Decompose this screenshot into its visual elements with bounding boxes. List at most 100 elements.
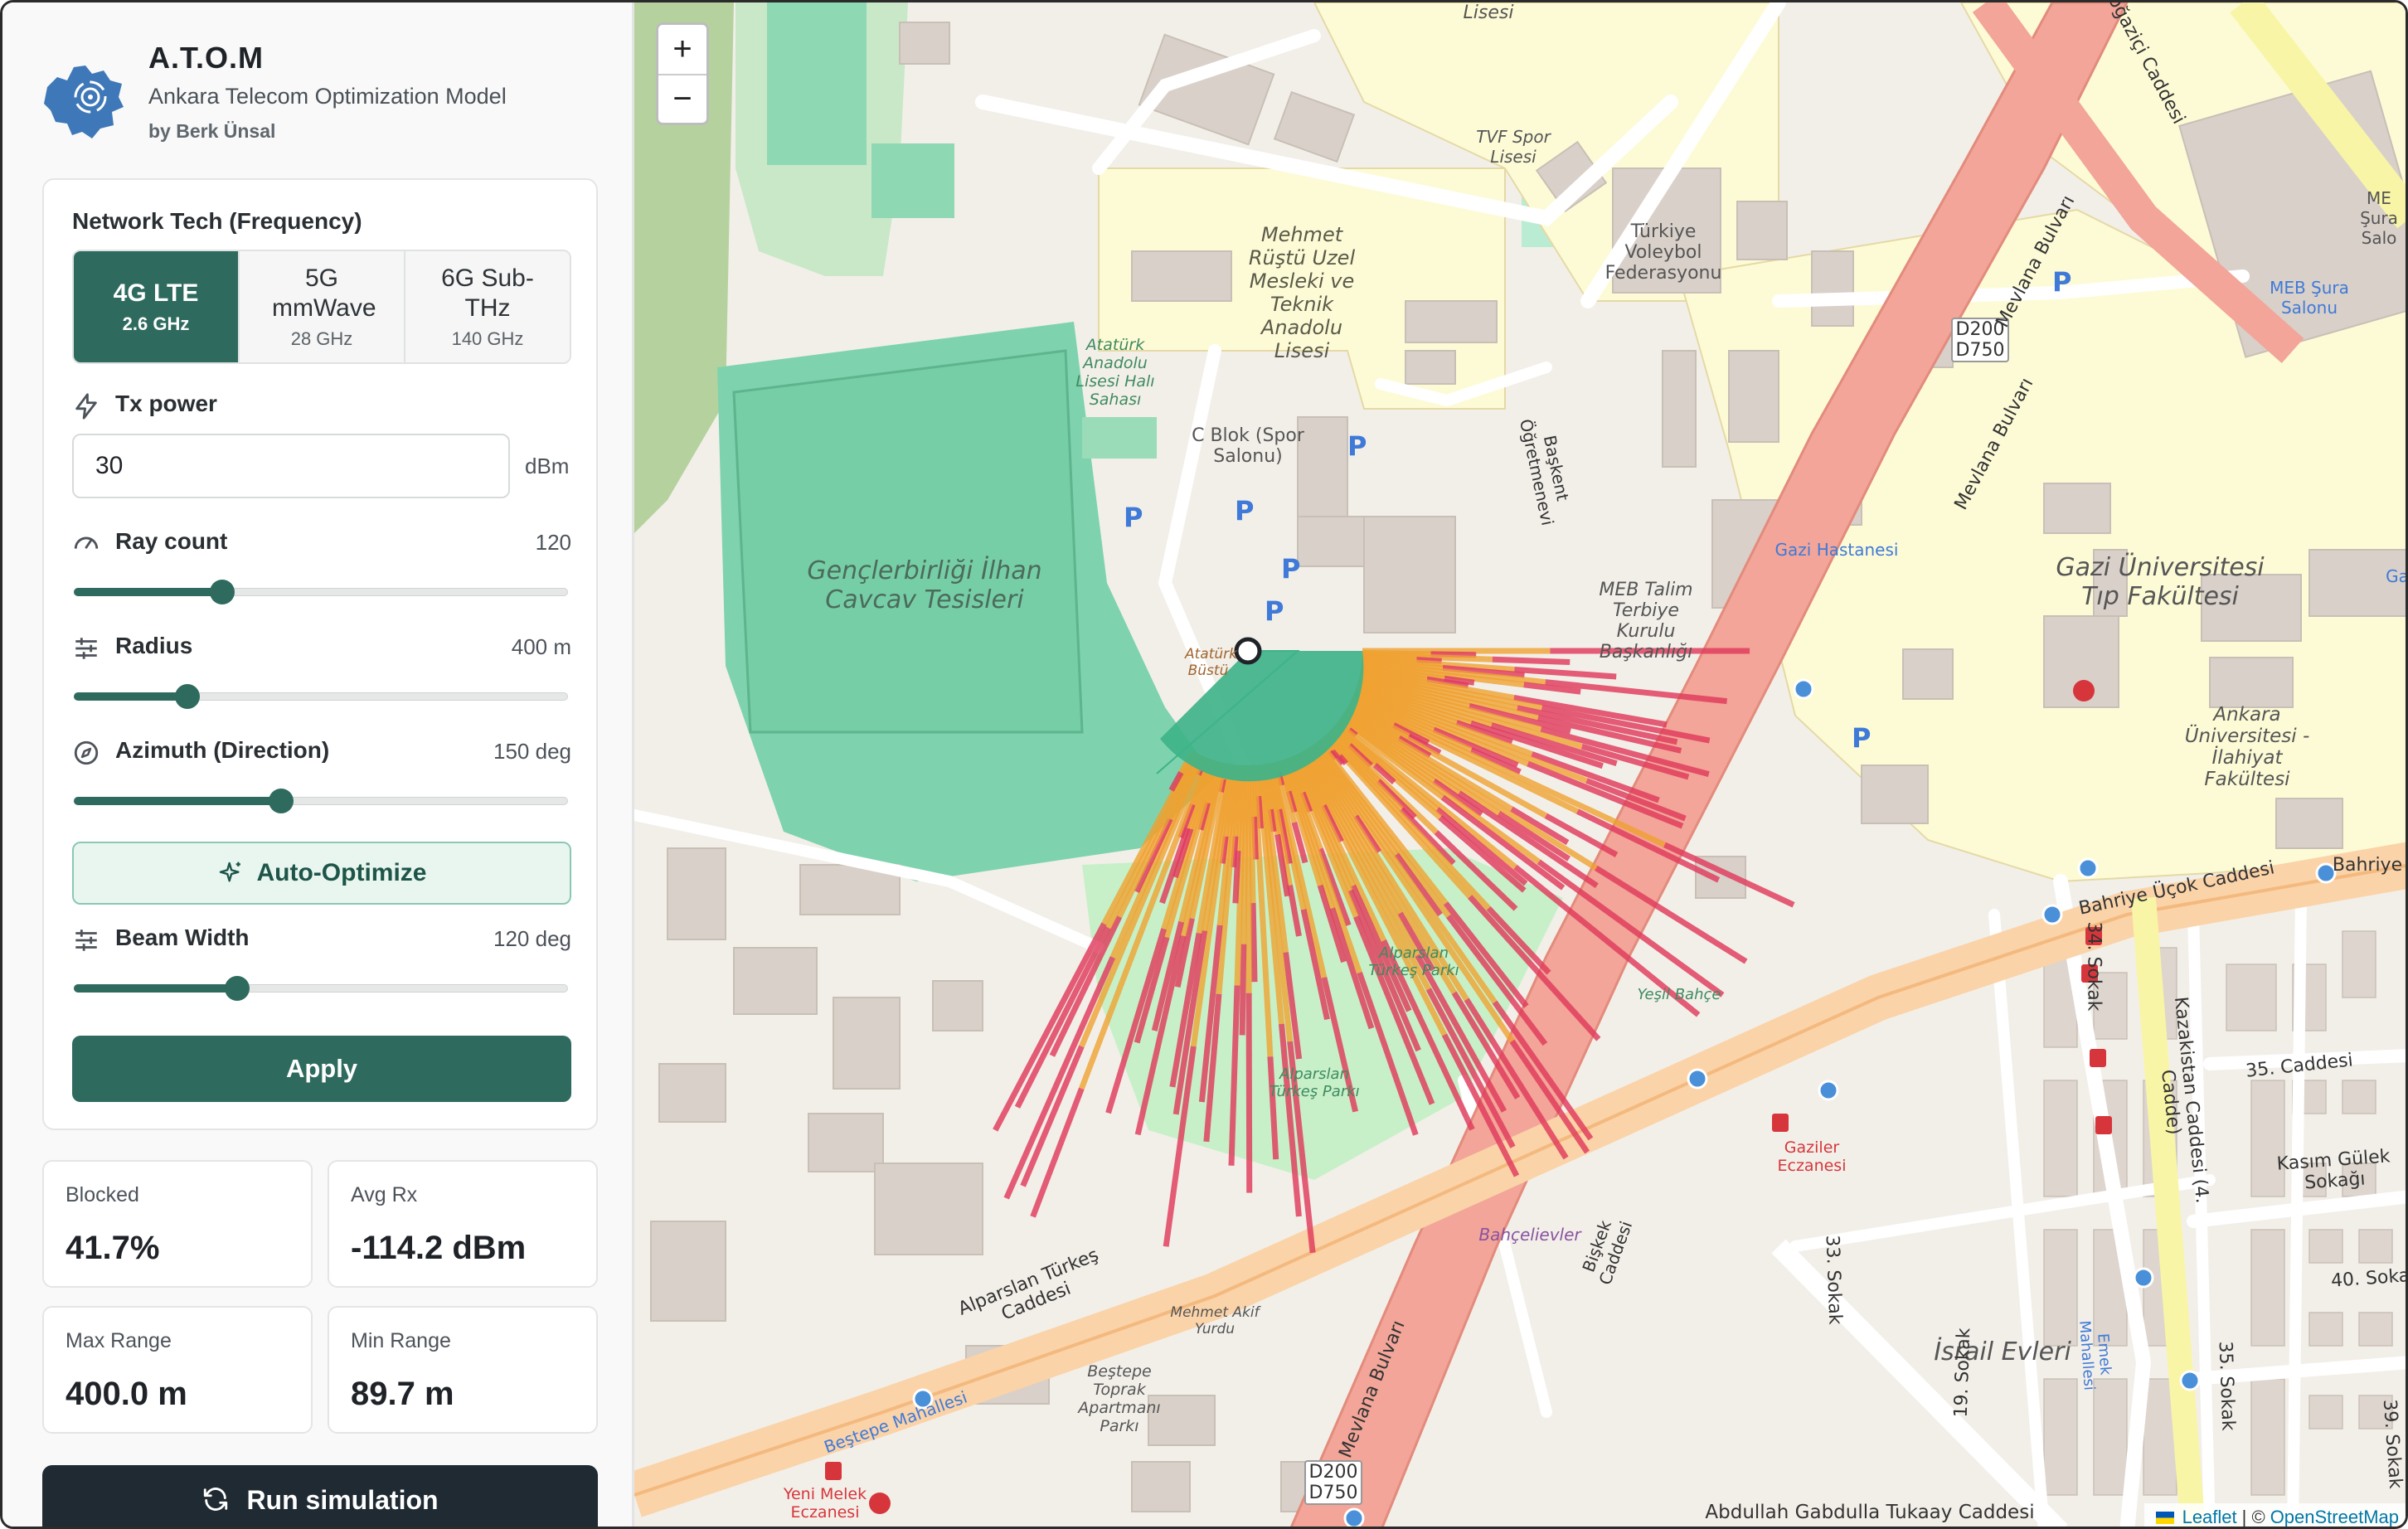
run-simulation-label: Run simulation (246, 1485, 439, 1515)
pitch (871, 143, 954, 218)
coverage-ray-segment (1245, 993, 1253, 1193)
football-pitch (732, 349, 1084, 734)
slider-fill (74, 797, 282, 805)
svg-text:P: P (2052, 266, 2071, 298)
svg-text:P: P (1124, 502, 1143, 533)
app-author: by Berk Ünsal (148, 120, 276, 142)
map-view[interactable]: P P P P P P P Gençlerbirliği İlhan Cavca… (634, 2, 2408, 1529)
auto-optimize-label: Auto-Optimize (256, 859, 427, 886)
tech-option-6g-sub-thz[interactable]: 6G Sub-THz 140 GHz (404, 251, 570, 362)
map-label-34-sokak: 34. Sokak (2083, 921, 2105, 1012)
ray-count-slider[interactable] (74, 575, 568, 608)
stat-value: 89.7 m (351, 1376, 454, 1412)
map-label-israil: İsrail Evleri (1934, 1337, 2071, 1366)
beam-width-row: Beam Width 120 deg (72, 923, 571, 956)
beam-width-slider[interactable] (74, 971, 568, 1004)
svg-text:P: P (1852, 722, 1871, 754)
map-label-yeni-melek: Yeni Melek Eczanesi (783, 1485, 867, 1522)
slider-thumb[interactable] (269, 789, 294, 813)
zoom-control: + − (656, 22, 709, 125)
azimuth-slider[interactable] (74, 784, 568, 817)
map-label-meb-sura: MEB Şura Salonu (2270, 278, 2349, 318)
sliders-icon (75, 638, 97, 659)
refresh-icon (204, 1488, 228, 1511)
brand-header: A.T.O.M Ankara Telecom Optimization Mode… (42, 36, 606, 152)
network-tech-selector: 4G LTE 2.6 GHz 5G mmWave 28 GHz 6G Sub-T… (72, 250, 571, 364)
slider-thumb[interactable] (175, 684, 201, 709)
radius-row: Radius 400 m (72, 631, 571, 664)
map-label-19-sokak: 19. Sokak (1950, 1328, 1975, 1418)
svg-text:P: P (1235, 495, 1254, 527)
base-map[interactable]: P P P P P P P (634, 2, 2408, 1529)
map-label-33-sokak: 33. Sokak (1821, 1235, 1846, 1325)
transmitter-marker-icon[interactable] (1234, 637, 1262, 665)
slider-fill (74, 984, 237, 993)
slider-fill (74, 588, 222, 596)
ray-count-row: Ray count 120 (72, 527, 571, 560)
map-label-gaziler: Gaziler Eczanesi (1777, 1138, 1847, 1175)
tx-power-input[interactable] (72, 434, 510, 498)
coverage-ray-segment (1239, 944, 1247, 1036)
tech-option-4g-lte[interactable]: 4G LTE 2.6 GHz (74, 251, 238, 362)
beam-width-value: 120 deg (493, 926, 571, 951)
azimuth-row: Azimuth (Direction) 150 deg (72, 735, 571, 769)
zoom-in-button[interactable]: + (658, 25, 706, 74)
stat-blocked: Blocked 41.7% (42, 1160, 313, 1288)
tx-power-row: Tx power (72, 389, 571, 422)
map-label-voleybol: Türkiye Voleybol Federasyonu (1605, 221, 1722, 284)
slider-thumb[interactable] (224, 976, 250, 1001)
svg-text:P: P (1265, 595, 1284, 627)
apply-button[interactable]: Apply (72, 1036, 571, 1102)
radius-slider[interactable] (74, 679, 568, 712)
coverage-ray-segment (1250, 902, 1258, 983)
pitch (767, 2, 867, 165)
openstreetmap-link[interactable]: OpenStreetMap (2270, 1507, 2399, 1527)
azimuth-value: 150 deg (493, 739, 571, 764)
map-label-gazi-tip: Gazi Üniversitesi Tıp Fakültesi (2056, 553, 2265, 611)
run-simulation-button[interactable]: Run simulation (42, 1465, 598, 1527)
map-label-bahriye-2: Bahriye (2332, 855, 2403, 876)
field (1082, 417, 1157, 459)
auto-optimize-button[interactable]: Auto-Optimize (72, 842, 571, 905)
coverage-ray-segment (1514, 666, 1617, 680)
stat-label: Min Range (351, 1329, 451, 1352)
map-label-yesil-bahce: Yeşil Bahçe (1637, 986, 1721, 1003)
sparkles-icon (219, 862, 240, 882)
map-label-c-blok: C Blok (Spor Salonu) (1192, 425, 1304, 467)
slider-fill (74, 692, 188, 701)
leaflet-link[interactable]: Leaflet (2182, 1507, 2237, 1527)
stat-label: Max Range (66, 1329, 172, 1352)
app-subtitle: Ankara Telecom Optimization Model (148, 84, 507, 109)
tx-power-label: Tx power (115, 391, 217, 416)
ukraine-flag-icon (2155, 1511, 2174, 1524)
tech-option-5g-mmwave[interactable]: 5G mmWave 28 GHz (238, 251, 404, 362)
stat-value: -114.2 dBm (351, 1230, 527, 1266)
map-attribution: Leaflet | © OpenStreetMap (2143, 1503, 2406, 1527)
map-label-stadium: Gençlerbirliği İlhan Cavcav Tesisleri (807, 556, 1042, 614)
network-tech-label: Network Tech (Frequency) (72, 208, 362, 234)
ray-count-label: Ray count (115, 528, 228, 554)
map-label-ga-edge: Ga (2386, 566, 2408, 586)
beam-width-label: Beam Width (115, 925, 250, 950)
road-shield-d750: D750 (1955, 340, 2005, 361)
tech-option-freq: 2.6 GHz (122, 313, 190, 334)
attribution-separator: | © (2241, 1507, 2265, 1527)
slider-thumb[interactable] (209, 580, 235, 604)
map-label-lisesi: Lisesi (1463, 2, 1514, 23)
road-shield-d750: D750 (1308, 1483, 1358, 1503)
map-label-alparslan-park-2: Alparslan Türkeş Parkı (1269, 1065, 1360, 1100)
ray-count-value: 120 (535, 530, 571, 555)
zoom-out-button[interactable]: − (658, 74, 706, 123)
stat-value: 41.7% (66, 1230, 160, 1266)
compass-icon (74, 740, 99, 765)
azimuth-label: Azimuth (Direction) (115, 737, 330, 763)
map-label-me-sura-edge: ME Şura Salo (2360, 188, 2398, 248)
stat-value: 400.0 m (66, 1376, 187, 1412)
coverage-ray-segment (1492, 656, 1571, 666)
radius-value: 400 m (511, 634, 571, 659)
radius-label: Radius (115, 633, 193, 658)
tech-option-name: 4G LTE (113, 279, 199, 307)
stat-avg-rx: Avg Rx -114.2 dBm (328, 1160, 598, 1288)
map-label-mehmet-akif: Mehmet Akif Yurdu (1170, 1304, 1260, 1337)
map-label-ataturk-bust: Atatürk Büstü (1185, 646, 1237, 679)
